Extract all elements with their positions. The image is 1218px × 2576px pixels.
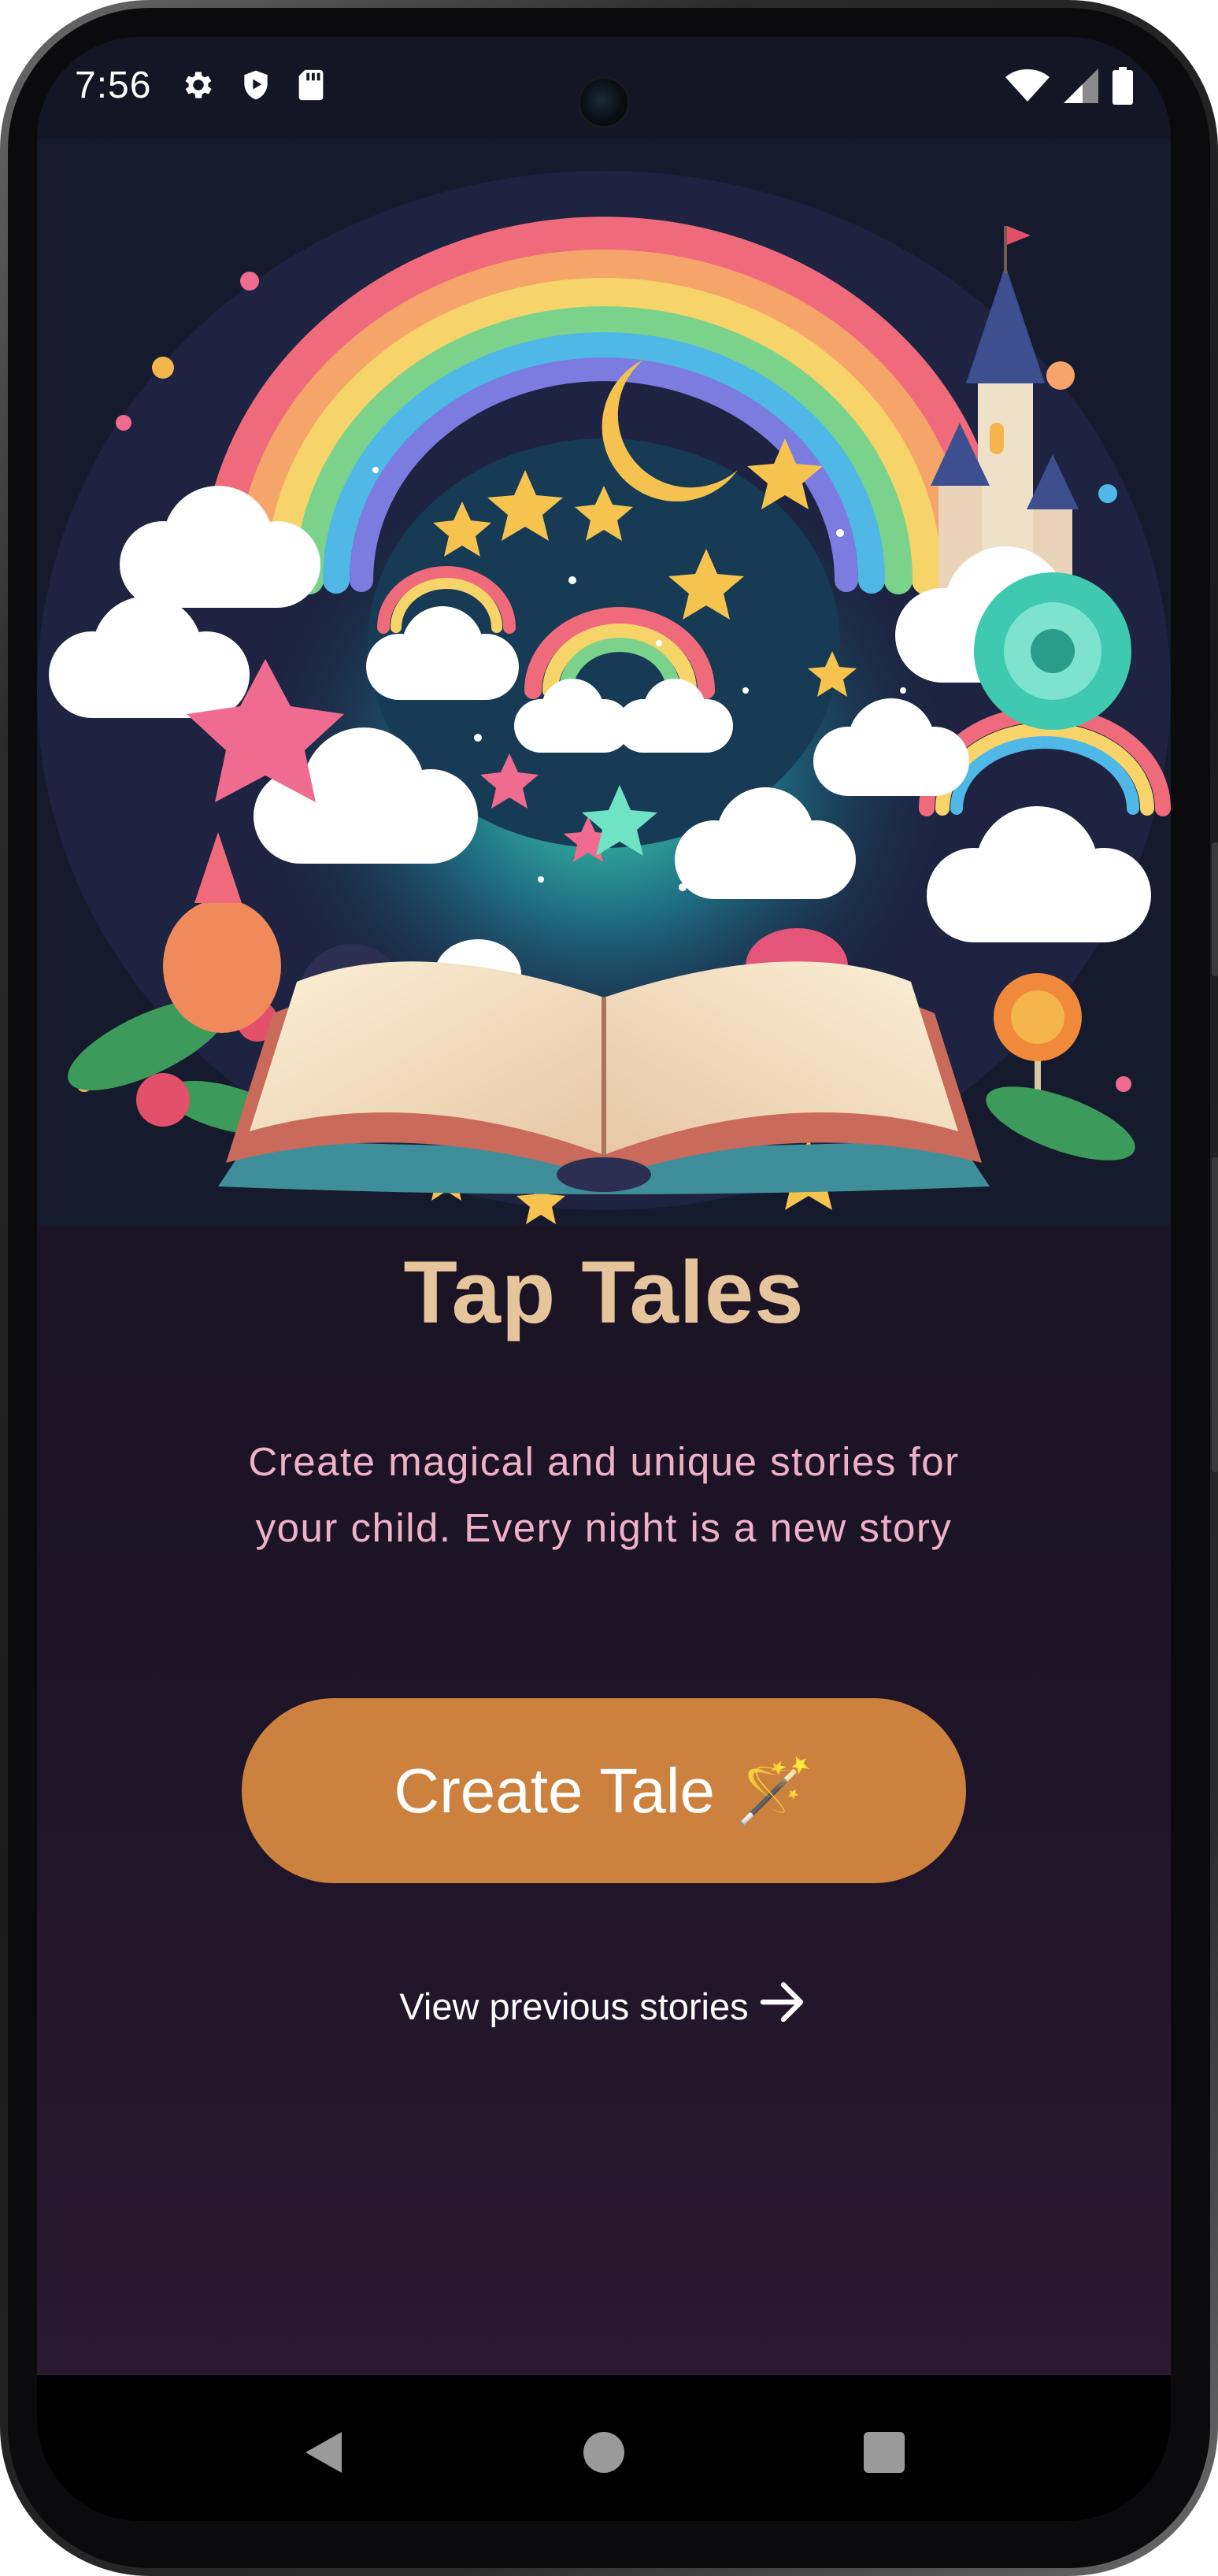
status-icons-right (1005, 67, 1133, 109)
battery-icon (1112, 67, 1133, 109)
hero-illustration (37, 139, 1171, 1226)
app-title: Tap Tales (403, 1243, 805, 1342)
system-nav-bar (37, 2375, 1171, 2521)
arrow-right-icon (760, 1982, 809, 2031)
status-icons-left (180, 67, 327, 107)
front-camera (578, 76, 630, 128)
app-screen: 7:56 Tap Tales Create magical and unique… (37, 37, 1171, 2521)
teal-flower (974, 572, 1131, 730)
view-previous-stories-link[interactable]: View previous stories (37, 1982, 1171, 2031)
gear-icon (180, 67, 217, 107)
home-icon (582, 2430, 626, 2478)
app-subtitle: Create magical and unique stories for yo… (248, 1439, 960, 1550)
shield-play-icon (239, 67, 273, 107)
status-time: 7:56 (75, 65, 152, 106)
status-bar: 7:56 (37, 37, 1171, 135)
volume-button (1212, 842, 1218, 976)
cellular-signal-icon (1064, 68, 1098, 107)
phone-frame: 7:56 Tap Tales Create magical and unique… (0, 0, 1218, 2576)
magic-wand-icon: 🪄 (735, 1755, 814, 1826)
view-previous-label: View previous stories (399, 1986, 749, 2027)
create-tale-button[interactable]: Create Tale 🪄 (242, 1698, 966, 1883)
wifi-icon (1005, 68, 1050, 107)
back-button[interactable] (284, 2415, 363, 2493)
storybook-illustration (37, 139, 1171, 1226)
home-button[interactable] (565, 2415, 643, 2493)
back-icon (302, 2429, 345, 2480)
recents-icon (862, 2430, 906, 2478)
power-button (1212, 1157, 1218, 1472)
recents-button[interactable] (845, 2415, 924, 2493)
create-tale-label: Create Tale (394, 1755, 716, 1826)
sd-card-icon (295, 67, 327, 107)
